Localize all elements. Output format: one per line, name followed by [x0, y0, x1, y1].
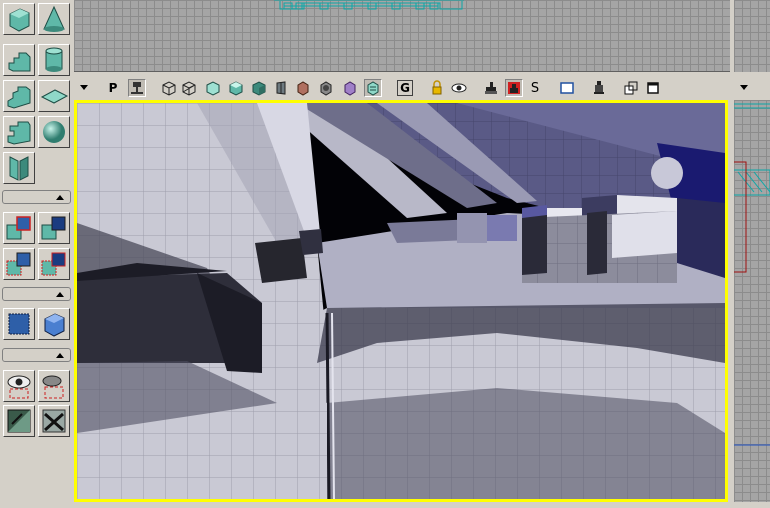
csg-add-icon[interactable] — [3, 212, 35, 244]
dynamic-light-button[interactable] — [250, 79, 268, 97]
eye-icon — [451, 83, 467, 93]
cylinder-brush-icon[interactable] — [38, 44, 70, 76]
cube-brush-icon[interactable] — [3, 3, 35, 35]
side-viewport-toolbar — [734, 76, 770, 100]
wireframe-button[interactable] — [160, 79, 178, 97]
collapse-visibility-section[interactable] — [2, 348, 71, 362]
csg-subtract-icon[interactable] — [38, 212, 70, 244]
textured-icon — [276, 81, 286, 95]
maximize-viewport-button[interactable] — [644, 79, 662, 97]
actor-icon — [485, 82, 497, 94]
status-bar — [0, 502, 770, 508]
editor-window: P G S — [0, 0, 770, 508]
perspective-button[interactable]: P — [104, 79, 122, 97]
linear-stair-icon[interactable] — [3, 44, 35, 76]
select-all-icon[interactable] — [3, 405, 35, 437]
show-selected-icon[interactable] — [3, 370, 35, 402]
toolbox-panel — [0, 0, 72, 508]
curved-stair-icon[interactable] — [3, 80, 35, 112]
texture-usage-icon — [206, 81, 220, 96]
top-view-button[interactable] — [128, 79, 146, 97]
texture-usage-button[interactable] — [204, 79, 222, 97]
lighting-only-button[interactable] — [294, 79, 312, 97]
top-ortho-viewport[interactable] — [74, 0, 730, 72]
red-actor-icon — [508, 82, 520, 94]
viewport-toolbar: P G S — [74, 76, 730, 100]
front-ortho-viewport[interactable] — [734, 100, 770, 502]
perspective-viewport[interactable] — [74, 100, 728, 502]
depth-complexity-icon — [320, 81, 332, 96]
csg-intersect-icon[interactable] — [3, 248, 35, 280]
depth-complexity-button[interactable] — [317, 79, 335, 97]
lock-icon — [432, 80, 442, 95]
spiral-stair-icon[interactable] — [3, 116, 35, 148]
realtime-preview-icon — [367, 81, 379, 96]
add-mover-icon[interactable] — [3, 308, 35, 340]
restore-viewport-button[interactable] — [622, 79, 640, 97]
sheet-brush-icon[interactable] — [38, 80, 70, 112]
actor-red-button[interactable] — [505, 79, 523, 97]
textured-button[interactable] — [272, 79, 290, 97]
collapse-add-section[interactable] — [2, 287, 71, 301]
zone-cube-icon — [182, 81, 196, 96]
frame-view-button[interactable] — [558, 79, 576, 97]
top-view-icon — [131, 82, 143, 94]
sound-button[interactable]: S — [526, 79, 544, 97]
bsp-cuts-icon — [229, 81, 243, 96]
zone-view-button[interactable] — [180, 79, 198, 97]
add-special-icon[interactable] — [38, 308, 70, 340]
maximize-icon — [647, 82, 659, 94]
bsp-cuts-button[interactable] — [227, 79, 245, 97]
restore-icon — [624, 81, 638, 95]
dynamic-light-icon — [252, 81, 266, 96]
realtime-preview-button[interactable] — [364, 79, 382, 97]
cone-brush-icon[interactable] — [38, 3, 70, 35]
csg-deintersect-icon[interactable] — [38, 248, 70, 280]
wireframe-cube-icon — [162, 81, 176, 96]
invert-selection-icon[interactable] — [38, 405, 70, 437]
collapse-csg-section[interactable] — [2, 190, 71, 204]
viewport-menu-dropdown[interactable] — [80, 85, 88, 90]
volumetric-icon[interactable] — [3, 152, 35, 184]
grid-toggle-button[interactable]: G — [397, 80, 413, 96]
unlit-icon — [344, 81, 356, 96]
frame-icon — [560, 82, 574, 94]
hide-selected-icon[interactable] — [38, 370, 70, 402]
lighting-only-icon — [297, 81, 309, 96]
player-start-button[interactable] — [590, 79, 608, 97]
side-ortho-viewport[interactable] — [734, 0, 770, 72]
player-start-icon — [594, 81, 604, 94]
actor-properties-button[interactable] — [482, 79, 500, 97]
show-actors-button[interactable] — [450, 79, 468, 97]
sphere-brush-icon[interactable] — [38, 116, 70, 148]
unlit-button[interactable] — [341, 79, 359, 97]
side-viewport-menu-dropdown[interactable] — [740, 85, 748, 90]
perspective-render — [77, 103, 725, 499]
lock-viewport-button[interactable] — [428, 79, 446, 97]
